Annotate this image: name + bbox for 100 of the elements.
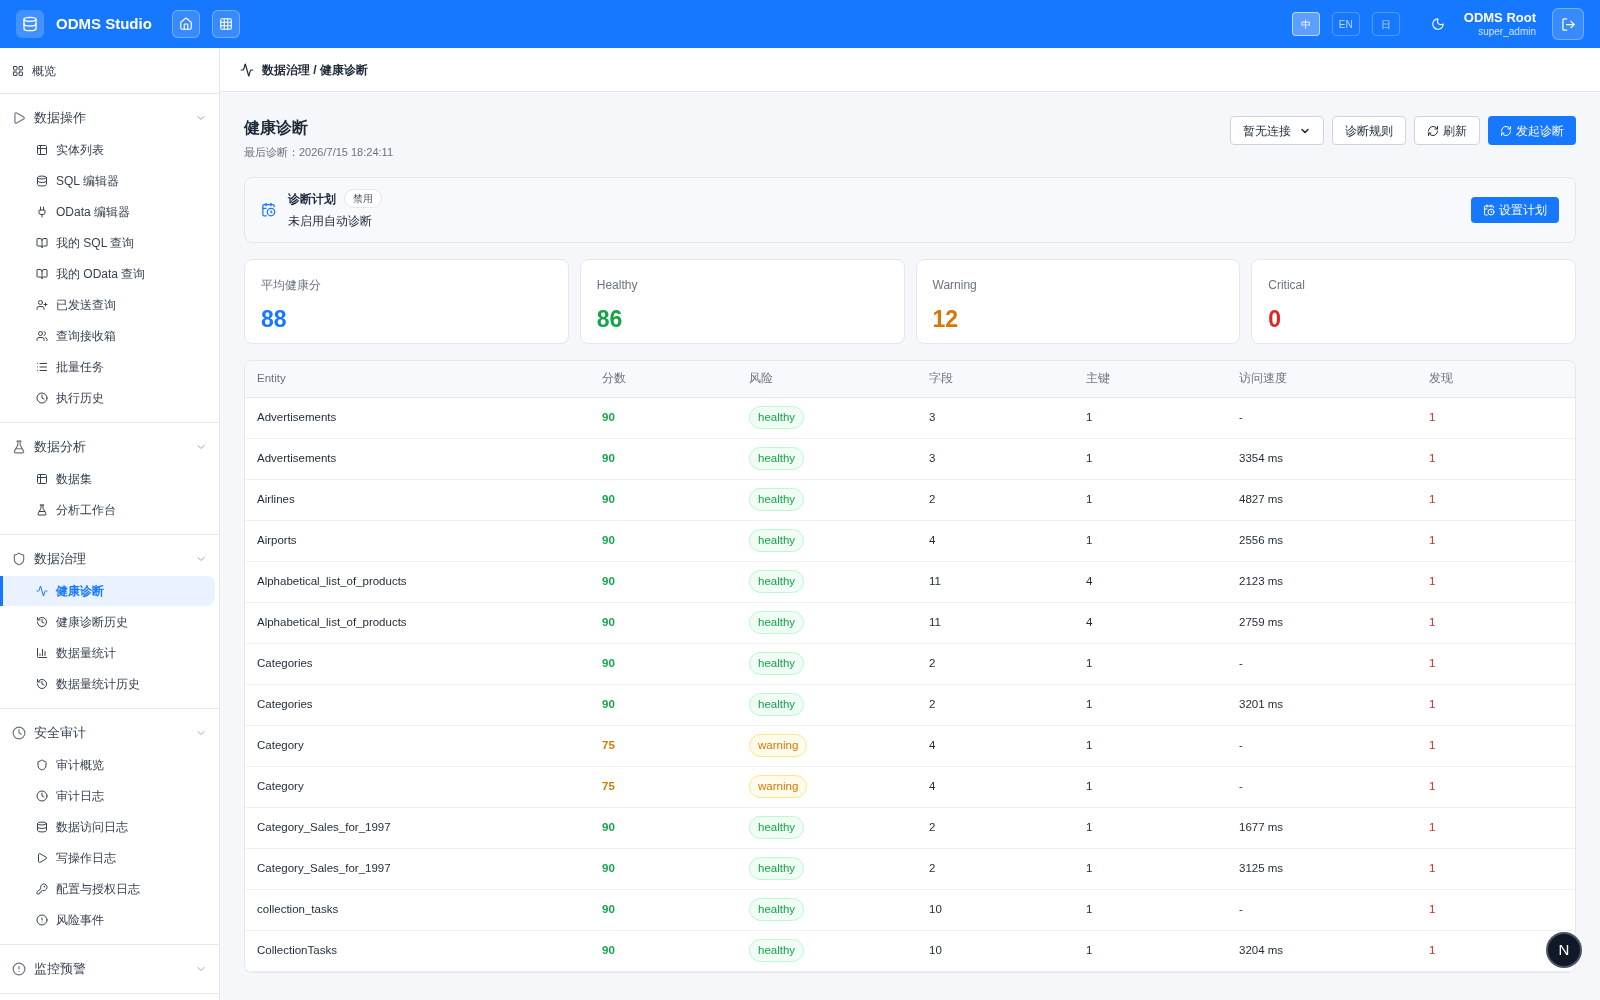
- sidebar-item[interactable]: 查询接收箱: [0, 321, 215, 351]
- sidebar-item[interactable]: 数据集: [0, 464, 215, 494]
- sidebar-group[interactable]: 监控预警: [0, 953, 219, 985]
- calendar-icon: [261, 202, 276, 217]
- item-icon: [36, 237, 48, 249]
- action-button[interactable]: 诊断规则: [1332, 116, 1406, 145]
- risk-badge: healthy: [749, 446, 805, 471]
- column-header: 发现: [1429, 370, 1454, 386]
- table-cell-text: Airlines: [257, 491, 296, 507]
- table-cell-text: 11: [929, 614, 942, 630]
- findings-cell-text: 1: [1429, 737, 1437, 753]
- table-cell-text: 1: [1086, 450, 1094, 466]
- sidebar-group[interactable]: 数据分析: [0, 431, 219, 463]
- item-icon: [36, 616, 48, 628]
- item-icon: [36, 330, 48, 342]
- score-cell-text: 90: [602, 491, 616, 507]
- table-cell-text: Category_Sales_for_1997: [257, 860, 392, 876]
- table-cell-text: 3125 ms: [1239, 860, 1285, 876]
- table-cell-text: Category: [257, 778, 305, 794]
- score-cell-text: 90: [602, 942, 616, 958]
- item-icon: [36, 883, 48, 895]
- risk-badge: healthy: [749, 528, 805, 553]
- table-cell-text: 2: [929, 655, 937, 671]
- findings-cell-text: 1: [1429, 532, 1437, 548]
- score-cell-text: 75: [602, 778, 616, 794]
- grid-icon[interactable]: [211, 10, 240, 38]
- breadcrumb: 数据治理 / 健康诊断: [262, 61, 368, 79]
- page-title: 健康诊断: [244, 118, 309, 138]
- sidebar-item[interactable]: 执行历史: [0, 383, 215, 413]
- table-cell-text: 11: [929, 573, 942, 589]
- sidebar-item[interactable]: 我的 OData 查询: [0, 259, 215, 289]
- stat-value: 0: [1268, 304, 1283, 334]
- table-cell-text: 2759 ms: [1239, 614, 1285, 630]
- sidebar-item[interactable]: SQL 编辑器: [0, 166, 215, 196]
- sidebar-item[interactable]: 健康诊断: [0, 576, 215, 606]
- item-icon: [36, 504, 48, 516]
- table-cell-text: 1: [1086, 655, 1094, 671]
- item-icon: [36, 144, 48, 156]
- risk-badge: healthy: [749, 651, 805, 676]
- risk-badge: healthy: [749, 692, 805, 717]
- sidebar-item[interactable]: 分析工作台: [0, 495, 215, 525]
- risk-badge: healthy: [749, 569, 805, 594]
- table-cell-text: Categories: [257, 696, 314, 712]
- action-button[interactable]: 刷新: [1414, 116, 1480, 145]
- score-cell-text: 90: [602, 614, 616, 630]
- sidebar-item[interactable]: 写操作日志: [0, 843, 215, 873]
- home-icon[interactable]: [171, 10, 200, 38]
- connection-select[interactable]: 暂无连接: [1230, 116, 1324, 145]
- sidebar-item[interactable]: 批量任务: [0, 352, 215, 382]
- sidebar-item[interactable]: 概览: [0, 48, 219, 94]
- sidebar-item[interactable]: 数据量统计历史: [0, 669, 215, 699]
- table-cell-text: Categories: [257, 655, 314, 671]
- table-cell-text: 3204 ms: [1239, 942, 1285, 958]
- risk-badge: healthy: [749, 405, 805, 430]
- sidebar-item[interactable]: 审计概览: [0, 750, 215, 780]
- table-cell-text: 4: [929, 532, 937, 548]
- refresh-icon: [1427, 124, 1439, 137]
- risk-badge: healthy: [749, 938, 805, 963]
- table-cell-text: 4: [929, 737, 937, 753]
- sidebar-group[interactable]: 安全审计: [0, 717, 219, 749]
- item-icon: [36, 759, 48, 771]
- user-name: ODMS Root: [1463, 9, 1536, 26]
- sidebar-item[interactable]: 已发送查询: [0, 290, 215, 320]
- sidebar-item[interactable]: 实体列表: [0, 135, 215, 165]
- calendar-icon: [1483, 203, 1495, 216]
- score-cell-text: 90: [602, 901, 616, 917]
- sidebar-item[interactable]: OData 编辑器: [0, 197, 215, 227]
- table-cell-text: 2123 ms: [1239, 573, 1285, 589]
- sidebar-group[interactable]: 数据操作: [0, 102, 219, 134]
- findings-cell-text: 1: [1429, 409, 1437, 425]
- sidebar-item[interactable]: 审计日志: [0, 781, 215, 811]
- stat-label: Warning: [932, 276, 978, 294]
- column-header: Entity: [257, 370, 287, 386]
- stat-label: Critical: [1268, 276, 1306, 294]
- sidebar-group[interactable]: 数据治理: [0, 543, 219, 575]
- group-icon: [12, 111, 26, 125]
- set-schedule-button[interactable]: 设置计划: [1471, 196, 1559, 223]
- table-cell-text: 3: [929, 409, 937, 425]
- app-title: ODMS Studio: [56, 13, 152, 34]
- logout-icon[interactable]: [1552, 8, 1584, 40]
- score-cell-text: 90: [602, 532, 616, 548]
- item-icon: [36, 175, 48, 187]
- sidebar-item[interactable]: 数据访问日志: [0, 812, 215, 842]
- findings-cell-text: 1: [1429, 696, 1437, 712]
- score-cell-text: 75: [602, 737, 616, 753]
- sidebar-item[interactable]: 我的 SQL 查询: [0, 228, 215, 258]
- sidebar-item[interactable]: 风险事件: [0, 905, 215, 935]
- action-button[interactable]: 发起诊断: [1488, 116, 1576, 145]
- table-cell-text: 2: [929, 491, 937, 507]
- findings-cell-text: 1: [1429, 942, 1437, 958]
- table-cell-text: 1677 ms: [1239, 819, 1285, 835]
- user-role: super_admin: [1478, 25, 1536, 39]
- score-cell-text: 90: [602, 573, 616, 589]
- risk-badge: healthy: [749, 610, 805, 635]
- item-icon: [36, 585, 48, 597]
- sidebar-item[interactable]: 数据量统计: [0, 638, 215, 668]
- column-header: 分数: [602, 370, 627, 386]
- sidebar-item[interactable]: 健康诊断历史: [0, 607, 215, 637]
- group-icon: [12, 552, 26, 566]
- sidebar-item[interactable]: 配置与授权日志: [0, 874, 215, 904]
